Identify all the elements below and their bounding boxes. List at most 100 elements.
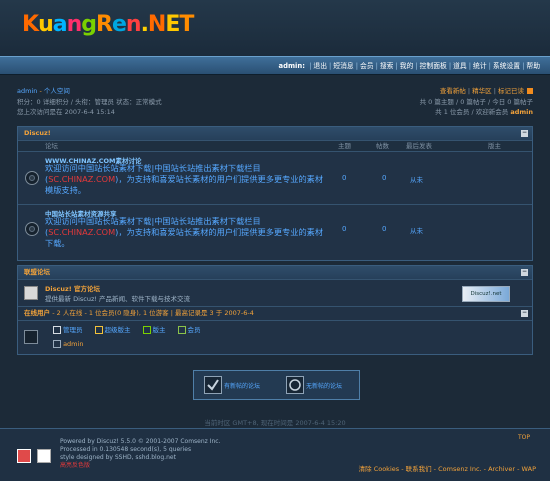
- logo-letter: .: [140, 12, 149, 37]
- new-member-link[interactable]: admin: [510, 108, 533, 116]
- forum-status-icon: [25, 222, 39, 236]
- topic-count: 0: [342, 174, 347, 182]
- logo-letter: n: [66, 12, 83, 37]
- checkmark-icon: [204, 376, 222, 394]
- column-headers: 论坛 主题 帖数 最后发表 版主: [18, 140, 532, 151]
- member-group-icon: [142, 326, 151, 334]
- topic-count: 0: [342, 225, 347, 233]
- powered-by: Powered by Discuz! 5.5.0 © 2001-2007 Com…: [60, 438, 221, 445]
- col-moderator: 版主: [488, 142, 501, 150]
- nav-item[interactable]: 会员: [358, 62, 376, 70]
- forum-description: 欢迎访问中国站长站素材下载|中国站长站推出素材下载栏目(SC.CHINAZ.CO…: [45, 163, 324, 195]
- logo-letter: E: [165, 12, 180, 37]
- personal-space-link[interactable]: 个人空间: [44, 87, 70, 95]
- online-user[interactable]: admin: [53, 340, 83, 348]
- partner-forum-row: Discuz! 官方论坛 提供最新 Discuz! 产品新闻、软件下载与技术交流…: [18, 279, 532, 306]
- style-extra: 高亮反色版: [60, 462, 91, 469]
- collapse-icon[interactable]: −: [521, 310, 528, 317]
- quick-link[interactable]: 查看新帖: [440, 87, 466, 95]
- category-title[interactable]: Discuz!: [24, 129, 51, 137]
- nav-item[interactable]: 退出: [311, 62, 329, 70]
- partner-title[interactable]: Discuz! 官方论坛: [45, 283, 100, 293]
- links-online-panel: 联盟论坛 − Discuz! 官方论坛 提供最新 Discuz! 产品新闻、软件…: [17, 265, 533, 355]
- col-topics: 主题: [338, 142, 351, 150]
- forum-row[interactable]: WWW.CHINAZ.COM素材讨论 欢迎访问中国站长站素材下载|中国站长站推出…: [18, 151, 532, 204]
- nav-username[interactable]: admin:: [277, 62, 307, 70]
- col-forum: 论坛: [45, 142, 58, 150]
- quick-link[interactable]: 精华区: [472, 87, 492, 95]
- nav-item[interactable]: 帮助: [524, 62, 542, 70]
- post-stats: 共 0 篇主题 / 0 篇帖子 / 今日 0 篇帖子: [419, 97, 533, 106]
- last-post: 从未: [410, 176, 423, 184]
- username-link[interactable]: admin: [17, 87, 37, 95]
- last-visit: 您上次访问是在 2007-6-4 15:14: [17, 108, 115, 116]
- collapse-icon[interactable]: −: [521, 269, 528, 276]
- nav-item[interactable]: 道具: [451, 62, 469, 70]
- partner-banner[interactable]: Discuz!.net: [462, 286, 510, 302]
- post-count: 0: [382, 174, 387, 182]
- legend-item: 会员: [177, 326, 201, 334]
- user-info-bar: admin - 个人空间 积分：0 详细积分 / 头衔：管理员 状态：正常模式 …: [17, 86, 533, 116]
- online-stats: - 2 人在线 - 1 位会员(0 隐身), 1 位游客 | 最高记录是 3 于…: [52, 309, 254, 317]
- nav-item[interactable]: 短消息: [331, 62, 355, 70]
- circle-icon: [286, 376, 304, 394]
- online-title[interactable]: 在线用户: [24, 309, 50, 317]
- nav-item[interactable]: 系统设置: [491, 62, 522, 70]
- partner-description: 提供最新 Discuz! 产品新闻、软件下载与技术交流: [45, 295, 191, 303]
- collapse-icon[interactable]: −: [521, 130, 528, 137]
- logo-letter: N: [147, 12, 166, 37]
- member-group-icon: [177, 326, 186, 334]
- processed-time: Processed in 0.130548 second(s), 5 queri…: [60, 446, 192, 453]
- top-link[interactable]: TOP: [518, 434, 530, 441]
- member-group-icon: [94, 326, 103, 334]
- nav-item[interactable]: 我的: [398, 62, 416, 70]
- logo-letter: a: [52, 12, 68, 37]
- page-footer: Powered by Discuz! 5.5.0 © 2001-2007 Com…: [0, 428, 550, 481]
- top-nav-bar: admin: | 退出 | 短消息 | 会员 | 搜索 | 我的 | 控制面板 | 道具 | 统计 | 系统设置 |…: [0, 56, 550, 75]
- forum-category-panel: Discuz! − 论坛 主题 帖数 最后发表 版主 WWW.CHINAZ.CO…: [17, 126, 533, 261]
- forum-icon-legend: 有新帖的论坛 无新帖的论坛: [193, 370, 360, 400]
- nav-item[interactable]: 控制面板: [418, 62, 449, 70]
- nav-item[interactable]: 搜索: [378, 62, 396, 70]
- member-stats: 共 1 位会员 / 欢迎新会员: [435, 108, 509, 116]
- legend-item: 超级版主: [94, 326, 131, 334]
- partner-icon: [24, 286, 38, 300]
- validator-badge-icon[interactable]: [37, 449, 51, 463]
- logo-letter: n: [125, 12, 142, 37]
- user-legend: 管理员 超级版主 版主 会员: [53, 324, 213, 334]
- page-header: KuangRen.NET: [0, 0, 550, 56]
- logo-letter: e: [111, 12, 127, 37]
- col-lastpost: 最后发表: [406, 142, 432, 150]
- quick-link[interactable]: 标记已读: [498, 87, 524, 95]
- user-icon: [53, 340, 61, 348]
- logo-letter: T: [179, 12, 194, 37]
- user-stats: 积分：0 详细积分 / 头衔：管理员 状态：正常模式: [17, 97, 162, 106]
- online-users-body: 管理员 超级版主 版主 会员 admin: [18, 320, 532, 355]
- legend-item: 版主: [142, 326, 166, 334]
- logo-letter: g: [81, 12, 97, 37]
- nav-links: admin: | 退出 | 短消息 | 会员 | 搜索 | 我的 | 控制面板 | 道具 | 统计 | 系统设置 |…: [277, 60, 542, 70]
- timezone-text: 当前时区 GMT+8, 现在时间是 2007-6-4 15:20: [204, 419, 346, 427]
- online-icon: [24, 330, 38, 344]
- last-post: 从未: [410, 227, 423, 235]
- member-group-icon: [53, 326, 61, 334]
- legend-item: 管理员: [53, 326, 83, 334]
- nav-item[interactable]: 统计: [471, 62, 489, 70]
- links-title: 联盟论坛: [24, 268, 50, 276]
- forum-row[interactable]: 中国站长站素材资源共享 欢迎访问中国站长站素材下载|中国站长站推出素材下载栏目(…: [18, 204, 532, 251]
- logo-letter: K: [22, 12, 39, 37]
- col-posts: 帖数: [376, 142, 389, 150]
- post-count: 0: [382, 225, 387, 233]
- online-users-header: 在线用户 - 2 人在线 - 1 位会员(0 隐身), 1 位游客 | 最高记录…: [18, 306, 532, 320]
- forum-description: 欢迎访问中国站长站素材下载|中国站长站推出素材下载栏目(SC.CHINAZ.CO…: [45, 216, 324, 248]
- online-username[interactable]: admin: [63, 340, 83, 348]
- logo-letter: u: [38, 12, 54, 37]
- rss-icon[interactable]: [527, 88, 533, 94]
- quick-links: 查看新帖 | 精华区 | 标记已读: [420, 86, 533, 97]
- site-logo[interactable]: KuangRen.NET: [22, 12, 194, 37]
- forum-status-icon: [25, 171, 39, 185]
- footer-links[interactable]: 清除 Cookies - 联系我们 - Comsenz Inc. - Archi…: [359, 463, 536, 473]
- discuz-badge-icon[interactable]: [17, 449, 31, 463]
- logo-letter: R: [96, 12, 113, 37]
- style-credit: style designed by SSHD, sshd.blog.net: [60, 454, 176, 461]
